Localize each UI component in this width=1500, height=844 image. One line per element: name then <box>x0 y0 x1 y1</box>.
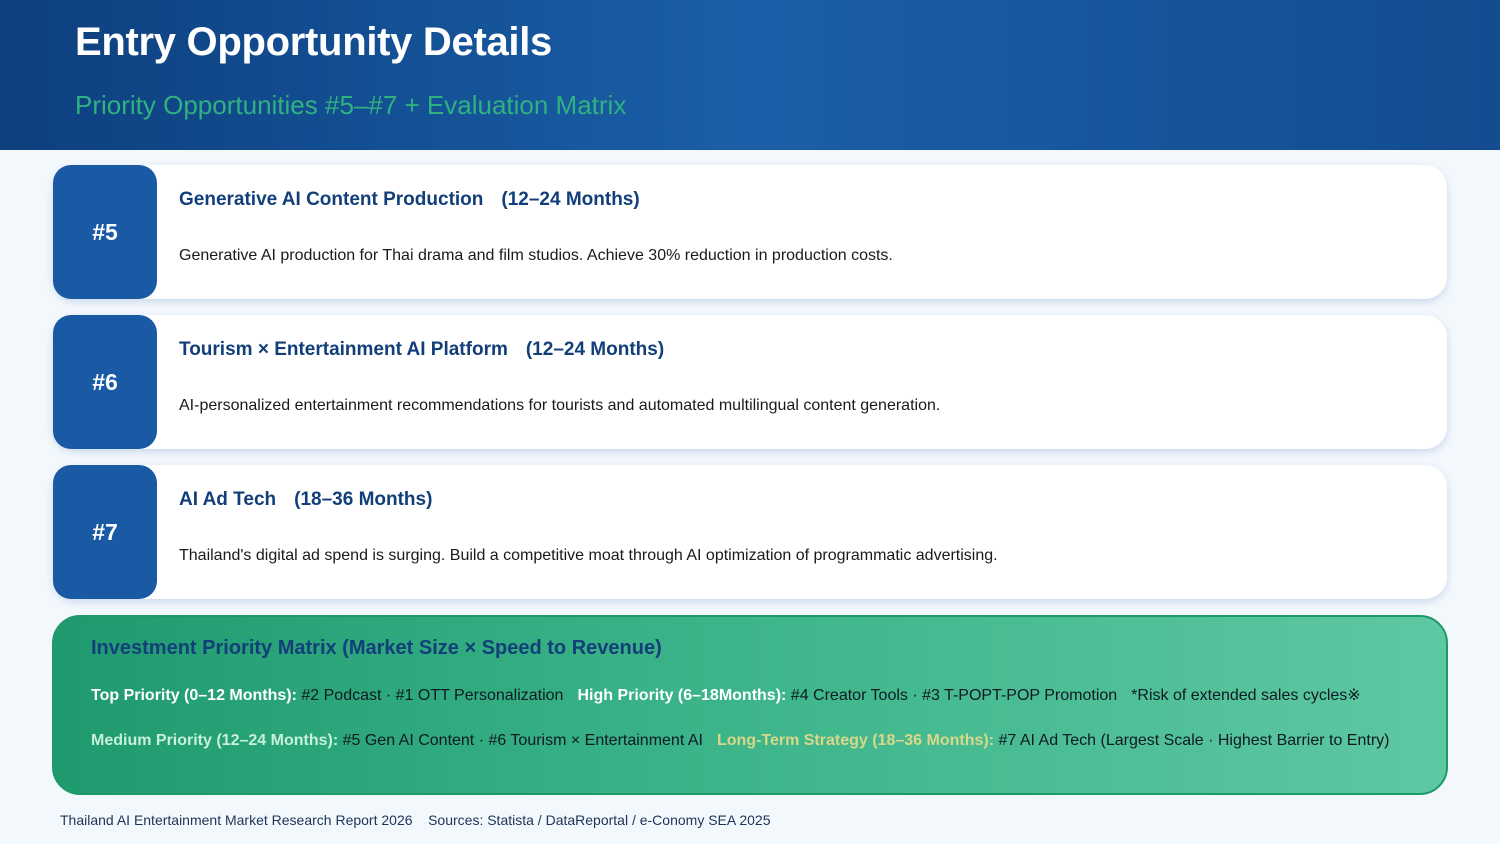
top-priority-items: #2 Podcast · #1 OTT Personalization <box>296 687 564 704</box>
long-term-label: Long-Term Strategy (18–36 Months): <box>716 732 995 749</box>
header-banner: Entry Opportunity Details Priority Oppor… <box>0 0 1500 150</box>
opportunity-card-6: #6 Tourism × Entertainment AI Platform (1… <box>53 315 1447 449</box>
opportunity-number-badge: #5 <box>53 165 157 299</box>
opportunity-description: Thailand's digital ad spend is surging. … <box>179 547 998 564</box>
matrix-row-medium-long: Medium Priority (12–24 Months): #5 Gen A… <box>91 730 1406 752</box>
sales-cycle-note: *Risk of extended sales cycles※ <box>1131 687 1361 704</box>
opportunity-duration: (18–36 Months) <box>294 489 433 510</box>
matrix-row-top-high: Top Priority (0–12 Months): #2 Podcast ·… <box>91 685 1406 707</box>
page-title: Entry Opportunity Details <box>75 20 552 64</box>
matrix-title: Investment Priority Matrix (Market Size … <box>91 637 662 659</box>
opportunity-title-text: Generative AI Content Production <box>179 189 484 210</box>
opportunity-number-badge: #6 <box>53 315 157 449</box>
opportunity-title: Tourism × Entertainment AI Platform (12–2… <box>179 339 664 361</box>
opportunity-duration: (12–24 Months) <box>525 339 665 360</box>
long-term-items: #7 AI Ad Tech (Largest Scale · Highest B… <box>994 732 1390 749</box>
opportunity-title-text: Tourism × Entertainment AI Platform <box>179 339 508 360</box>
opportunity-title: AI Ad Tech (18–36 Months) <box>179 489 432 511</box>
opportunity-card-7: #7 AI Ad Tech (18–36 Months) Thailand's d… <box>53 465 1447 599</box>
medium-priority-items: #5 Gen AI Content · #6 Tourism × Enterta… <box>338 732 703 749</box>
page-subtitle: Priority Opportunities #5–#7 + Evaluatio… <box>75 90 627 120</box>
medium-priority-label: Medium Priority (12–24 Months): <box>91 732 339 749</box>
opportunity-number-badge: #7 <box>53 465 157 599</box>
opportunity-title-text: AI Ad Tech <box>179 489 277 510</box>
priority-matrix-panel: Investment Priority Matrix (Market Size … <box>52 615 1448 795</box>
opportunity-description: AI-personalized entertainment recommenda… <box>179 397 941 414</box>
opportunity-duration: (12–24 Months) <box>501 189 640 210</box>
opportunity-title: Generative AI Content Production (12–24 M… <box>179 189 640 211</box>
high-priority-label: High Priority (6–18Months): <box>577 687 787 704</box>
opportunity-card-5: #5 Generative AI Content Production (12–2… <box>53 165 1447 299</box>
high-priority-items: #4 Creator Tools · #3 T-POPT-POP Promoti… <box>786 687 1118 704</box>
opportunity-description: Generative AI production for Thai drama … <box>179 247 893 264</box>
footer-sources: Thailand AI Entertainment Market Researc… <box>60 812 771 828</box>
top-priority-label: Top Priority (0–12 Months): <box>91 687 297 704</box>
